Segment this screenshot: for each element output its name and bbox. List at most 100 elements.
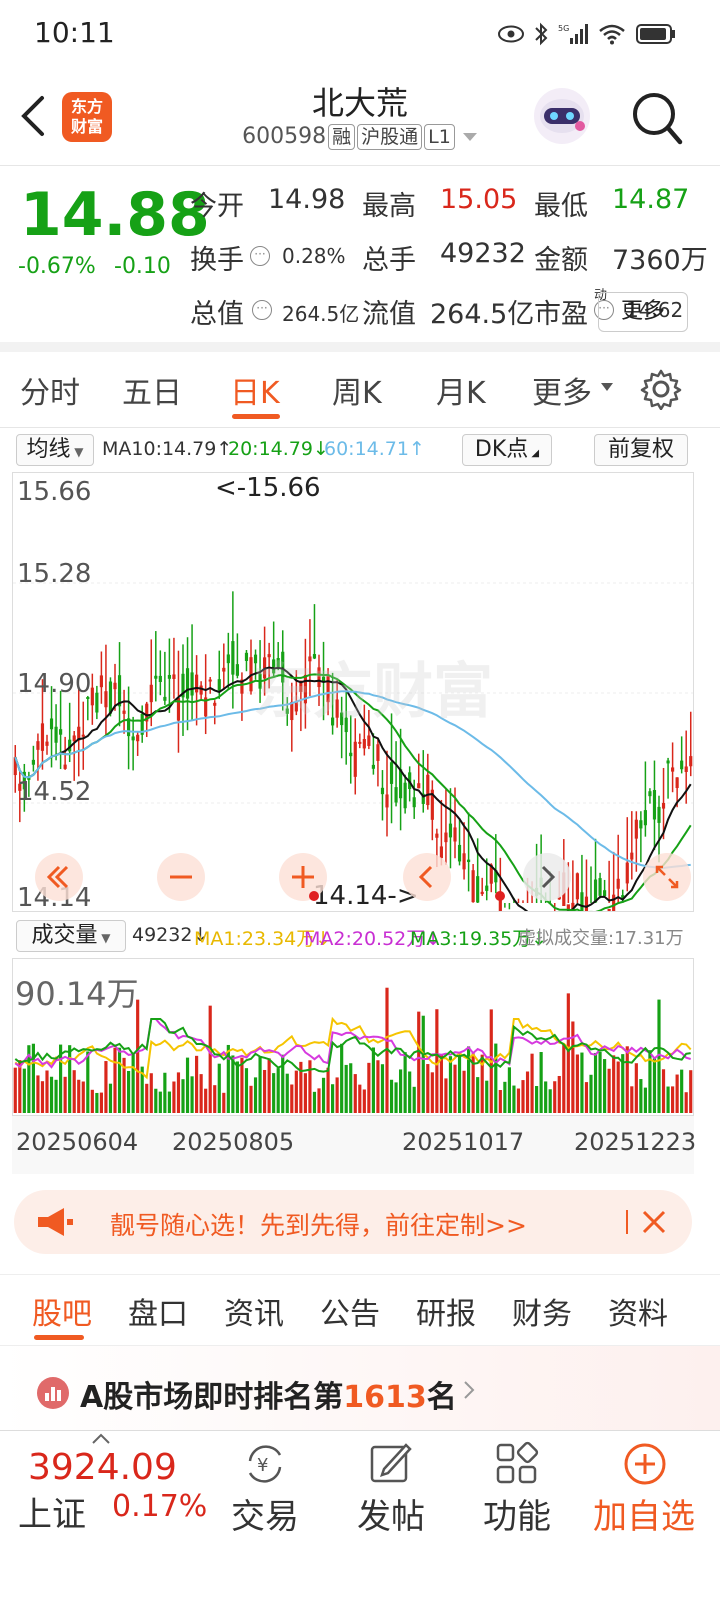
prev-button[interactable] [403, 853, 451, 901]
volume-bar [163, 1072, 167, 1113]
volume-bar [530, 1053, 534, 1113]
status-icons: 5G [498, 20, 676, 48]
volume-bar [145, 1083, 149, 1113]
subtab-4[interactable]: 研报 [416, 1289, 476, 1333]
candle-body [167, 674, 171, 679]
volume-bar [195, 1055, 199, 1113]
add-watchlist-button[interactable]: 加自选 [582, 1431, 706, 1551]
ma-selector[interactable]: 均线 ▼ [16, 434, 94, 466]
status-time: 10:11 [34, 16, 115, 49]
index-ticker[interactable]: 3924.09 上证 0.17% [0, 1431, 210, 1551]
adjust-button[interactable]: 前复权 [594, 434, 688, 466]
volume-bar [584, 1082, 589, 1113]
marker-dot-left [309, 891, 319, 901]
volume-bar [258, 1056, 262, 1113]
volume-bar [507, 1067, 511, 1113]
tab-3[interactable]: 周K [332, 368, 382, 412]
candle-body [113, 682, 117, 690]
volume-bar [580, 1052, 584, 1113]
volume-bar [204, 1088, 208, 1113]
next-button[interactable] [523, 853, 571, 901]
volume-bar [453, 1064, 457, 1113]
dk-point-button[interactable]: DK点 ◢ [462, 434, 552, 466]
candle-body [603, 890, 607, 896]
candle-body [380, 787, 385, 795]
robot-assistant-icon[interactable] [532, 86, 592, 146]
tab-0[interactable]: 分时 [20, 368, 80, 412]
function-button[interactable]: 功能 [472, 1431, 562, 1551]
volume-bar [45, 1070, 49, 1113]
quote-value: 14.87 [612, 184, 690, 215]
zoom-out-button[interactable] [157, 853, 205, 901]
y-label-1: 15.66 [17, 477, 92, 507]
volume-bar [294, 1070, 298, 1113]
settings-gear-icon[interactable] [640, 368, 682, 410]
subtab-3[interactable]: 公告 [320, 1289, 380, 1333]
volume-bar [131, 1053, 135, 1113]
volume-bar [108, 1083, 113, 1113]
tab-2[interactable]: 日K [230, 368, 280, 412]
candle-body [394, 787, 398, 803]
volume-bar [548, 1089, 552, 1113]
candle-body [412, 797, 416, 808]
y-label-2: 15.28 [17, 559, 92, 589]
quote-label: 市盈 [534, 299, 588, 330]
volume-bar [321, 1077, 326, 1113]
promo-banner[interactable]: 靓号随心选！先到先得，前往定制>> [14, 1190, 692, 1254]
volume-bar [421, 1015, 425, 1113]
post-button[interactable]: 发帖 [346, 1431, 436, 1551]
market-rank-banner[interactable]: A股市场即时排名第1613名 [0, 1346, 720, 1430]
more-button[interactable]: 更多 [598, 292, 688, 332]
scroll-left-button[interactable] [35, 853, 83, 901]
volume-bar [539, 1052, 543, 1113]
volume-bar [476, 1077, 480, 1113]
candle-body [648, 791, 652, 797]
candle-body [607, 908, 611, 919]
close-icon[interactable] [640, 1208, 668, 1236]
candle-body [371, 764, 375, 769]
volume-bar [36, 1075, 40, 1113]
volume-bar [380, 1064, 385, 1113]
candle-body [575, 873, 579, 900]
candle-body [108, 681, 113, 714]
volume-chart[interactable]: 90.14万 [12, 958, 694, 1116]
volume-bar [40, 1081, 45, 1113]
chevron-left-icon [418, 865, 433, 889]
kline-chart[interactable]: 15.66 15.28 14.90 14.52 14.14 <-15.66 14… [12, 472, 694, 954]
volume-bar [54, 1079, 58, 1113]
edit-icon [370, 1443, 412, 1483]
search-icon[interactable] [630, 90, 684, 146]
info-icon[interactable]: ··· [252, 300, 272, 320]
quote-value: 264.5亿 [282, 302, 360, 326]
candle-body [195, 674, 199, 693]
quote-value: 49232 [440, 238, 526, 269]
dk-label: DK点 [474, 437, 529, 462]
subtab-1[interactable]: 盘口 [128, 1289, 188, 1333]
volume-bar [367, 1062, 371, 1113]
subtab-6[interactable]: 资料 [608, 1289, 668, 1333]
candle-body [448, 823, 453, 838]
candle-body [358, 741, 362, 744]
subtab-2[interactable]: 资讯 [224, 1289, 284, 1333]
volume-bar [566, 993, 570, 1113]
zoom-in-button[interactable] [279, 853, 327, 901]
tab-4[interactable]: 月K [436, 368, 486, 412]
tab-1[interactable]: 五日 [122, 368, 182, 412]
volume-bar [439, 1055, 443, 1113]
dropdown-triangle-icon[interactable] [462, 131, 478, 143]
ma10-value: MA10:14.79↑ [102, 438, 233, 460]
quote-label: 金额 [534, 245, 588, 276]
volume-bar [675, 1074, 679, 1113]
volume-bar [90, 1089, 94, 1113]
candle-body [652, 790, 657, 820]
volume-bar [448, 1056, 453, 1113]
volume-selector[interactable]: 成交量 ▼ [16, 920, 126, 952]
candle-body [208, 679, 212, 682]
tab-5[interactable]: 更多 [532, 368, 592, 412]
fullscreen-button[interactable] [643, 853, 691, 901]
subtab-0[interactable]: 股吧 [32, 1289, 92, 1333]
info-icon[interactable]: ··· [250, 246, 270, 266]
volume-bar [158, 1091, 162, 1113]
subtab-5[interactable]: 财务 [512, 1289, 572, 1333]
trade-button[interactable]: ¥ 交易 [220, 1431, 310, 1551]
